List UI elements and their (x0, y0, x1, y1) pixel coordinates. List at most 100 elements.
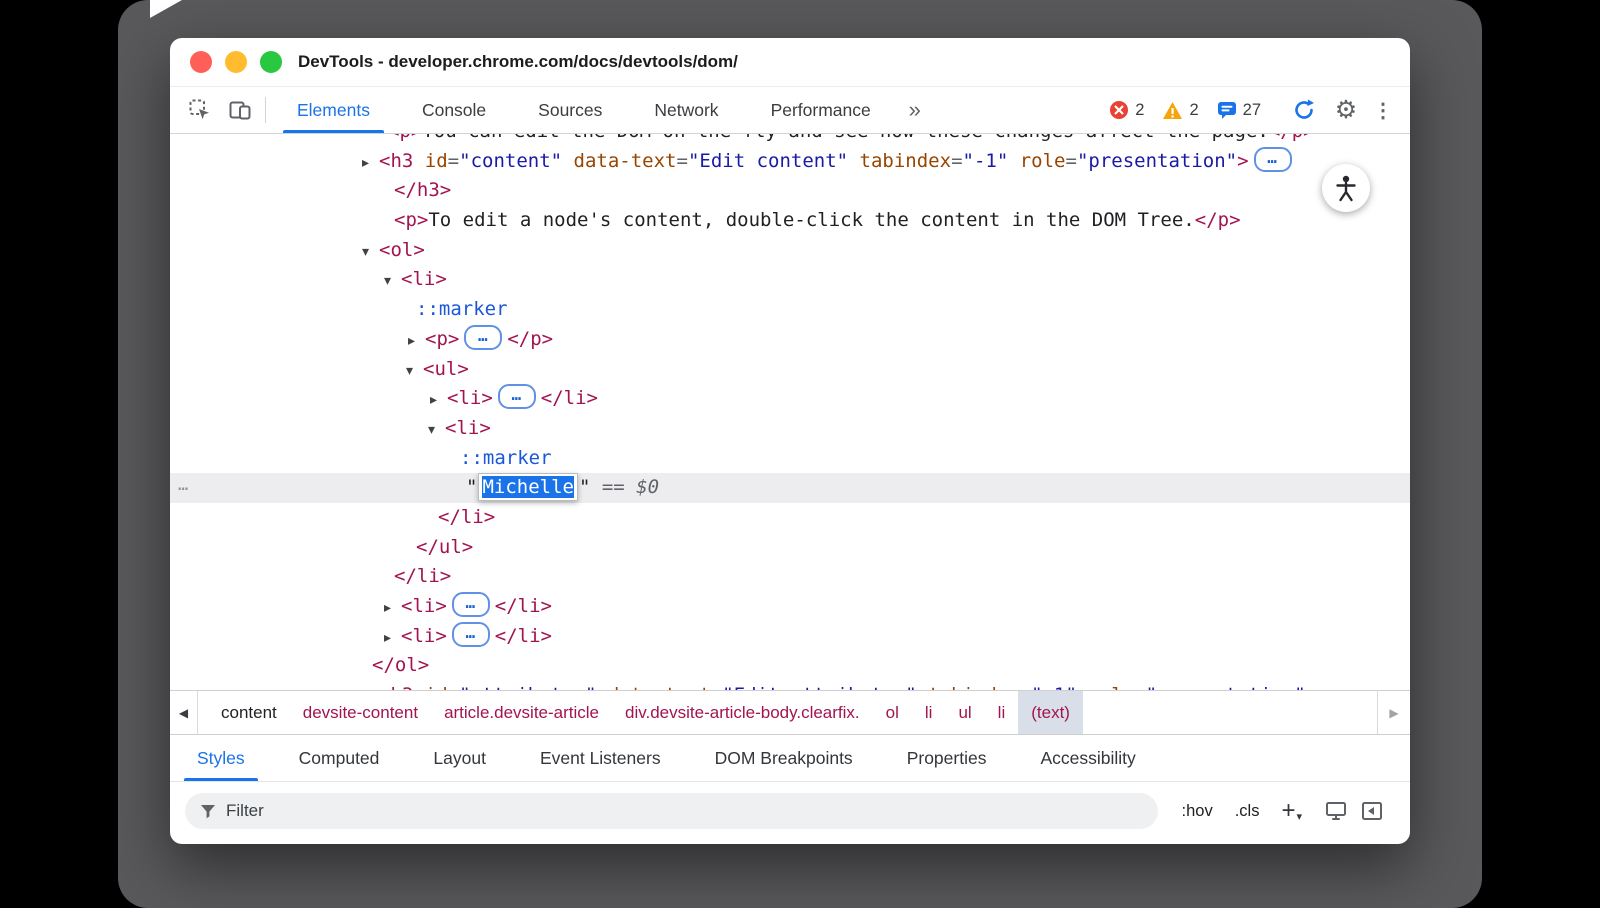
tab-elements[interactable]: Elements (271, 87, 396, 133)
warnings-badge[interactable]: 2 (1162, 101, 1198, 120)
dom-tree-row[interactable]: …"Michelle" == $0 (170, 473, 1410, 503)
dom-tree-row[interactable]: ::marker (170, 295, 1410, 325)
ellipsis-expand-button[interactable]: … (452, 622, 490, 647)
dom-tree-row[interactable]: </li> (170, 562, 1410, 592)
breadcrumb-item-devsite-content[interactable]: devsite-content (290, 691, 431, 734)
styles-tab-dom-breakpoints[interactable]: DOM Breakpoints (688, 735, 880, 781)
breadcrumb-item-text[interactable]: (text) (1018, 691, 1083, 734)
styles-tab-computed[interactable]: Computed (272, 735, 407, 781)
menu-kebab-button[interactable]: ⋮ (1368, 98, 1398, 123)
errors-badge[interactable]: 2 (1109, 100, 1144, 120)
collapsed-arrow-icon[interactable]: ▸ (362, 149, 379, 179)
dom-tree-row[interactable]: <p>To edit a node's content, double-clic… (170, 206, 1410, 236)
ellipsis-expand-button[interactable]: … (498, 384, 536, 409)
tab-network[interactable]: Network (628, 87, 744, 133)
dom-tree-row[interactable]: ▾<ol> (170, 236, 1410, 266)
styles-filter-input[interactable]: Filter (185, 793, 1158, 829)
filter-funnel-icon (199, 802, 217, 820)
collapsed-arrow-icon[interactable]: ▸ (362, 683, 379, 690)
tab-sources[interactable]: Sources (512, 87, 628, 133)
tag-token: <p> (425, 328, 459, 350)
tag-token: <p> (388, 134, 422, 142)
toggle-element-state-button[interactable]: :hov (1182, 802, 1213, 821)
inline-edit-input[interactable]: Michelle (478, 473, 578, 501)
error-icon (1109, 100, 1129, 120)
issues-count: 27 (1243, 101, 1261, 120)
element-classes-button[interactable]: .cls (1235, 802, 1260, 821)
settings-gear-button[interactable]: ⚙ (1326, 95, 1366, 125)
rendering-emulations-button[interactable] (1318, 801, 1354, 821)
error-count: 2 (1135, 101, 1144, 120)
reload-devtools-button[interactable] (1284, 98, 1324, 122)
dom-tree-row[interactable]: ▸<li>…</li> (170, 592, 1410, 622)
dom-tree-row[interactable]: ▸<h3 id="content" data-text="Edit conten… (170, 147, 1410, 177)
inspect-element-button[interactable] (180, 87, 220, 133)
expanded-arrow-icon[interactable]: ▾ (362, 238, 379, 268)
tag-token: <li> (445, 417, 491, 439)
dom-tree-row[interactable]: <p>You can edit the DOM on the fly and s… (170, 134, 1410, 147)
dom-tree-row[interactable]: </h3> (170, 176, 1410, 206)
styles-tab-event-listeners[interactable]: Event Listeners (513, 735, 688, 781)
new-style-rule-button[interactable]: +▾ (1281, 797, 1302, 825)
attr-value-token: "-1" (1031, 684, 1077, 690)
device-toolbar-button[interactable] (220, 87, 260, 133)
expanded-arrow-icon[interactable]: ▾ (406, 357, 423, 387)
styles-tab-styles[interactable]: Styles (170, 735, 272, 781)
more-tabs-button[interactable]: » (897, 87, 933, 133)
dom-tree-row[interactable]: </ul> (170, 533, 1410, 563)
tag-token: </li> (495, 625, 552, 647)
dom-tree-row[interactable]: </ol> (170, 651, 1410, 681)
breadcrumb-item-li[interactable]: li (985, 691, 1019, 734)
text-token (625, 476, 636, 498)
ellipsis-expand-button[interactable]: … (452, 592, 490, 617)
styles-tab-properties[interactable]: Properties (880, 735, 1014, 781)
dom-tree-row[interactable]: ▸<p>…</p> (170, 325, 1410, 355)
ellipsis-expand-button[interactable]: … (464, 325, 502, 350)
dom-tree-row[interactable]: ▸<li>…</li> (170, 622, 1410, 652)
breadcrumb-scroll-left-button[interactable]: ◀ (170, 691, 198, 734)
monitor-icon (1325, 801, 1347, 821)
dom-tree-row[interactable]: ▾<li> (170, 265, 1410, 295)
breadcrumb-item-div-devsite-article-body-clearfix[interactable]: div.devsite-article-body.clearfix. (612, 691, 873, 734)
dom-tree-row[interactable]: ::marker (170, 444, 1410, 474)
toolbar-divider (265, 97, 266, 123)
text-token (848, 150, 859, 172)
accessibility-overlay-button[interactable] (1322, 164, 1370, 212)
breadcrumb-item-ol[interactable]: ol (873, 691, 912, 734)
breadcrumb-item-content[interactable]: content (208, 691, 290, 734)
pseudo-element-token: ::marker (416, 298, 508, 320)
breadcrumb-item-li[interactable]: li (912, 691, 946, 734)
zoom-button[interactable] (260, 51, 282, 73)
collapsed-arrow-icon[interactable]: ▸ (430, 386, 447, 416)
tag-token: </p> (1269, 134, 1315, 142)
collapsed-arrow-icon[interactable]: ▸ (408, 327, 425, 357)
expanded-arrow-icon[interactable]: ▾ (428, 416, 445, 446)
breadcrumb-scroll-right-button[interactable]: ▶ (1377, 691, 1410, 734)
filter-placeholder: Filter (226, 801, 264, 821)
issues-badge[interactable]: 27 (1217, 100, 1261, 120)
dom-tree-row[interactable]: ▸<li>…</li> (170, 384, 1410, 414)
computed-sidebar-toggle-button[interactable] (1354, 801, 1390, 821)
collapsed-arrow-icon[interactable]: ▸ (384, 594, 401, 624)
expanded-arrow-icon[interactable]: ▾ (384, 267, 401, 297)
punct-token: = (711, 684, 722, 690)
breadcrumb-item-article-devsite-article[interactable]: article.devsite-article (431, 691, 612, 734)
dom-tree-row[interactable]: ▸<h3 id="attributes" data-text="Edit att… (170, 681, 1410, 690)
dom-tree-row[interactable]: </li> (170, 503, 1410, 533)
attr-value-token: "attributes" (459, 684, 596, 690)
equals-token: == (602, 476, 625, 498)
punct-token: = (448, 684, 459, 690)
styles-tabs: StylesComputedLayoutEvent ListenersDOM B… (170, 734, 1410, 781)
collapsed-arrow-icon[interactable]: ▸ (384, 624, 401, 654)
dom-tree-row[interactable]: ▾<li> (170, 414, 1410, 444)
styles-tab-accessibility[interactable]: Accessibility (1013, 735, 1162, 781)
minimize-button[interactable] (225, 51, 247, 73)
tab-console[interactable]: Console (396, 87, 512, 133)
styles-tab-layout[interactable]: Layout (406, 735, 513, 781)
close-button[interactable] (190, 51, 212, 73)
tag-token: </li> (541, 387, 598, 409)
dom-tree-row[interactable]: ▾<ul> (170, 355, 1410, 385)
tab-performance[interactable]: Performance (745, 87, 897, 133)
ellipsis-expand-button[interactable]: … (1254, 147, 1292, 172)
breadcrumb-item-ul[interactable]: ul (945, 691, 984, 734)
